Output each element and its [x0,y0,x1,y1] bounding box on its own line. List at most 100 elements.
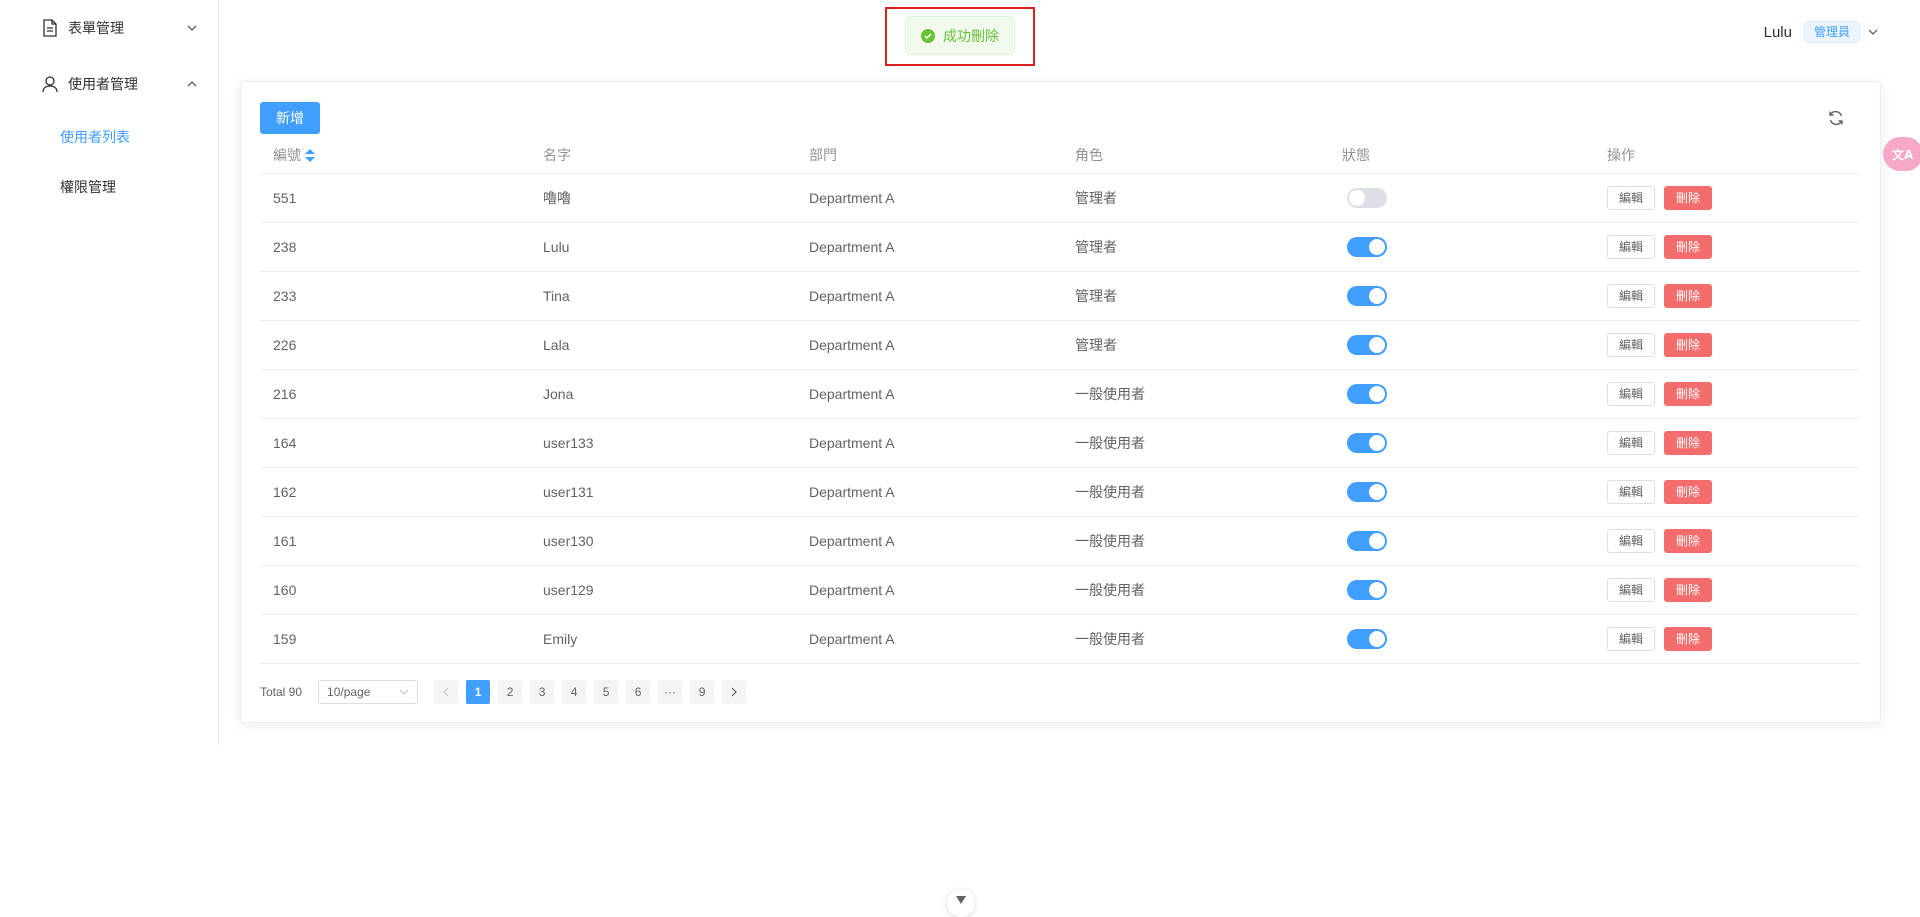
delete-button[interactable]: 刪除 [1664,430,1712,455]
delete-button[interactable]: 刪除 [1664,381,1712,406]
edit-button[interactable]: 編輯 [1607,528,1655,553]
page-button[interactable]: 5 [594,680,619,704]
cell-name: Emily [530,614,796,664]
status-toggle[interactable] [1347,628,1387,649]
cell-status [1329,271,1594,321]
pagination: Total 90 10/page 1 2 3 4 5 6 ··· 9 [260,680,754,704]
pagination-total: Total 90 [260,685,303,699]
cell-role: 管理者 [1062,222,1329,272]
more-pages-button[interactable]: ··· [658,680,683,704]
status-toggle[interactable] [1347,187,1387,208]
table-row: 551 嚕嚕 Department A 管理者 編輯 刪除 [260,173,1860,223]
page-button[interactable]: 1 [466,680,491,704]
cell-status [1329,516,1594,566]
user-table: 編號 名字 部門 角色 狀態 操作 551 嚕嚕 Department A 管理者 編輯… [260,137,1860,664]
refresh-icon[interactable] [1827,109,1845,127]
edit-button[interactable]: 編輯 [1607,430,1655,455]
edit-button[interactable]: 編輯 [1607,234,1655,259]
edit-button[interactable]: 編輯 [1607,185,1655,210]
table-row: 238 Lulu Department A 管理者 編輯 刪除 [260,222,1860,272]
document-icon [42,19,60,37]
edit-button[interactable]: 編輯 [1607,626,1655,651]
cell-actions: 編輯 刪除 [1594,565,1860,615]
page-button[interactable]: 9 [690,680,715,704]
status-toggle[interactable] [1347,432,1387,453]
cell-id: 238 [260,222,530,272]
add-user-button[interactable]: 新增 [260,102,320,134]
role-badge: 管理員 [1803,21,1860,43]
menu-user-management[interactable]: 使用者管理 [0,56,218,112]
toggle-knob [1369,532,1385,549]
cell-status [1329,418,1594,468]
page-button[interactable]: 2 [498,680,523,704]
user-name: Lulu [1763,23,1792,41]
chevron-down-icon[interactable] [1866,25,1880,39]
status-toggle[interactable] [1347,579,1387,600]
status-toggle[interactable] [1347,334,1387,355]
prev-page-button[interactable] [434,680,459,704]
cell-role: 一般使用者 [1062,614,1329,664]
cell-role: 一般使用者 [1062,516,1329,566]
toast-message: 成功刪除 [943,27,999,44]
status-toggle[interactable] [1347,236,1387,257]
table-row: 159 Emily Department A 一般使用者 編輯 刪除 [260,614,1860,664]
toggle-knob [1369,238,1385,255]
status-toggle[interactable] [1347,481,1387,502]
cell-status [1329,173,1594,223]
chevron-up-icon [186,78,198,90]
cell-actions: 編輯 刪除 [1594,614,1860,664]
delete-button[interactable]: 刪除 [1664,626,1712,651]
edit-button[interactable]: 編輯 [1607,577,1655,602]
cell-id: 164 [260,418,530,468]
table-row: 216 Jona Department A 一般使用者 編輯 刪除 [260,369,1860,419]
edit-button[interactable]: 編輯 [1607,332,1655,357]
page-button[interactable]: 3 [530,680,555,704]
toggle-knob [1369,630,1385,647]
cell-name: Jona [530,369,796,419]
cell-id: 161 [260,516,530,566]
cell-department: Department A [796,369,1062,419]
delete-button[interactable]: 刪除 [1664,283,1712,308]
page-button[interactable]: 6 [626,680,651,704]
delete-button[interactable]: 刪除 [1664,479,1712,504]
column-header-role: 角色 [1062,137,1329,174]
status-toggle[interactable] [1347,530,1387,551]
cell-department: Department A [796,271,1062,321]
toggle-knob [1369,287,1385,304]
edit-button[interactable]: 編輯 [1607,283,1655,308]
user-menu[interactable]: Lulu 管理員 [1764,20,1880,44]
delete-button[interactable]: 刪除 [1664,234,1712,259]
sidebar-item-label: 使用者列表 [60,129,130,145]
menu-form-management[interactable]: 表單管理 [0,0,218,56]
delete-button[interactable]: 刪除 [1664,185,1712,210]
cell-name: Tina [530,271,796,321]
cell-department: Department A [796,418,1062,468]
table-row: 160 user129 Department A 一般使用者 編輯 刪除 [260,565,1860,615]
page-size-select[interactable]: 10/page [318,680,419,704]
delete-button[interactable]: 刪除 [1664,332,1712,357]
column-header-actions: 操作 [1594,137,1860,174]
cell-actions: 編輯 刪除 [1594,222,1860,272]
status-toggle[interactable] [1347,285,1387,306]
next-page-button[interactable] [722,680,747,704]
chevron-down-icon [186,22,198,34]
toggle-knob [1369,483,1385,500]
cell-id: 216 [260,369,530,419]
delete-button[interactable]: 刪除 [1664,528,1712,553]
translate-icon[interactable]: 文A [1883,137,1920,171]
sort-icon[interactable] [305,149,315,163]
cell-actions: 編輯 刪除 [1594,271,1860,321]
edit-button[interactable]: 編輯 [1607,479,1655,504]
cell-status [1329,565,1594,615]
page-button[interactable]: 4 [562,680,587,704]
success-toast: 成功刪除 [905,16,1015,55]
column-header-id[interactable]: 編號 [260,137,530,174]
sidebar-item-permissions[interactable]: 權限管理 [0,162,218,212]
cell-department: Department A [796,222,1062,272]
scroll-down-icon[interactable] [947,889,975,917]
edit-button[interactable]: 編輯 [1607,381,1655,406]
sidebar-item-user-list[interactable]: 使用者列表 [0,112,218,162]
delete-button[interactable]: 刪除 [1664,577,1712,602]
toggle-knob [1349,189,1365,206]
status-toggle[interactable] [1347,383,1387,404]
